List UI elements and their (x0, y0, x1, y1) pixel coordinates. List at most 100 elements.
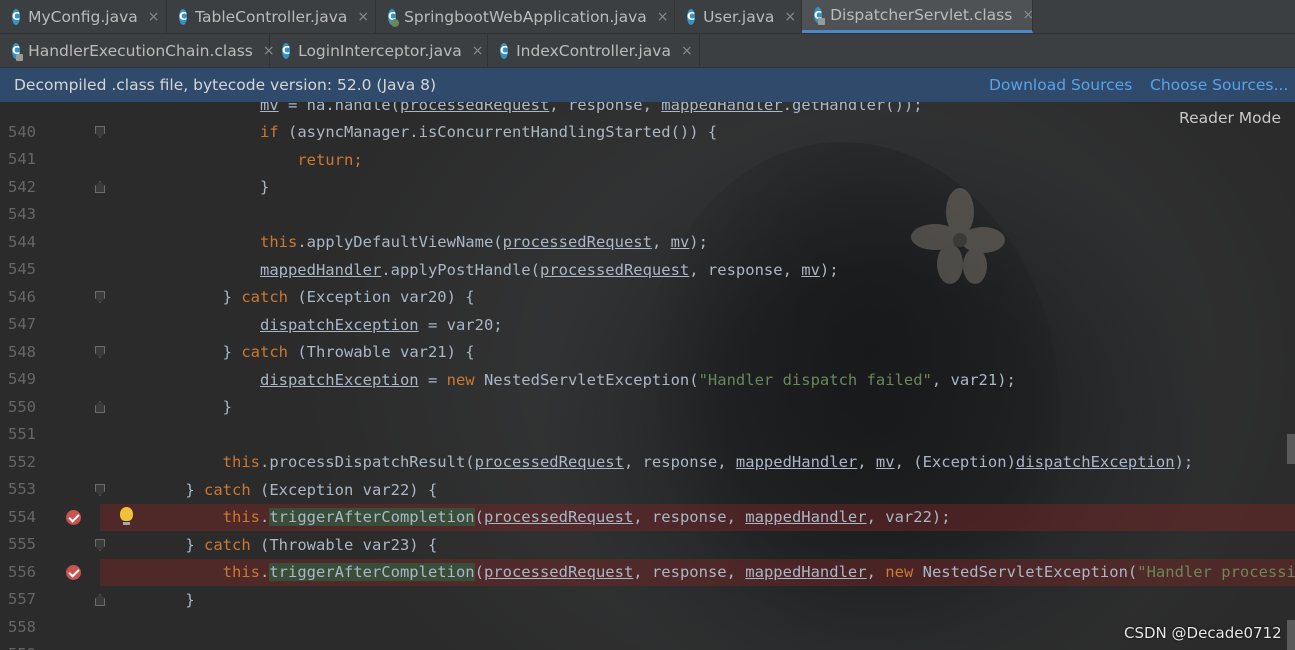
tab-label: LoginInterceptor.java (298, 41, 462, 60)
tab-logininterceptor-java[interactable]: C LoginInterceptor.java × (270, 34, 488, 67)
locked-class-icon: C (12, 42, 24, 61)
tab-user-java[interactable]: C User.java × (675, 0, 802, 33)
reader-mode-toggle[interactable]: Reader Mode (1179, 109, 1281, 127)
close-icon[interactable]: × (657, 9, 669, 25)
tab-myconfig-java[interactable]: C MyConfig.java × (0, 0, 167, 33)
code-token: processedRequest (502, 233, 652, 251)
close-icon[interactable]: × (472, 43, 484, 59)
code-token: processedRequest (483, 508, 634, 526)
code-token: mappedHandler (661, 102, 783, 114)
code-token: "Handler processing failed", var23)); (1137, 563, 1295, 581)
code-token: ; (353, 151, 363, 169)
download-sources-link[interactable]: Download Sources (989, 76, 1132, 94)
code-token: catch (204, 481, 251, 499)
code-text: mv = ha.handle(processedRequest, respons… (148, 102, 923, 119)
code-line-548: 548 dispatchException = var20; (0, 312, 1295, 361)
tab-label: DispatcherServlet.class (830, 6, 1013, 24)
tab-springbootwebapplication-java[interactable]: C SpringbootWebApplication.java × (376, 0, 675, 33)
code-line-553: 553 this.processDispatchResult(processed… (0, 449, 1295, 498)
code-token: this (259, 233, 298, 251)
fold-marker-icon[interactable] (95, 539, 105, 551)
code-token: (asyncManager.isConcurrentHandlingStarte… (278, 123, 718, 141)
locked-class-icon: C (814, 7, 826, 25)
code-text: this.applyDefaultViewName(processedReque… (148, 229, 708, 256)
tab-tablecontroller-java[interactable]: C TableController.java × (167, 0, 376, 33)
code-token: , response, (623, 453, 736, 471)
editor-tabs-row-1: C MyConfig.java × C TableController.java… (0, 0, 1295, 34)
class-icon: C (687, 8, 696, 25)
tab-handlerexecutionchain-class[interactable]: C HandlerExecutionChain.class × (0, 34, 275, 67)
spring-class-icon: C (388, 8, 400, 27)
code-line-542: 542 return; (0, 147, 1295, 196)
code-token: new (885, 563, 914, 581)
tab-label: IndexController.java (516, 41, 671, 60)
scrollbar-marker[interactable] (1287, 620, 1295, 650)
code-token: .applyPostHandle( (381, 261, 540, 279)
code-line-557: 557 this.triggerAfterCompletion(processe… (0, 559, 1295, 608)
code-editor[interactable]: 540 mv = ha.handle(processedRequest, res… (0, 102, 1295, 650)
code-line-552: 552 (0, 422, 1295, 471)
code-token: } (259, 178, 270, 196)
code-text: if (asyncManager.isConcurrentHandlingSta… (148, 119, 717, 146)
fold-marker-icon[interactable] (95, 126, 105, 138)
fold-marker-icon[interactable] (95, 346, 105, 358)
code-token: = var20; (418, 316, 503, 334)
code-token: , response, (549, 102, 662, 114)
fold-marker-icon[interactable] (95, 291, 105, 303)
code-token: (Throwable var23) { (250, 536, 438, 554)
code-line-549: 549 } catch (Throwable var21) { (0, 339, 1295, 388)
code-token: ); (689, 233, 708, 251)
close-icon[interactable]: × (784, 9, 796, 25)
code-token: mappedHandler (745, 563, 867, 581)
code-token: NestedServletException( (474, 371, 699, 389)
choose-sources-link[interactable]: Choose Sources... (1150, 76, 1288, 94)
code-text: } catch (Throwable var21) { (148, 339, 475, 366)
code-token: mv (875, 453, 895, 471)
tab-label: SpringbootWebApplication.java (404, 7, 647, 26)
code-token: processedRequest (399, 102, 550, 114)
code-token: catch (241, 288, 288, 306)
code-token: , var21); (931, 371, 1016, 389)
close-icon[interactable]: × (148, 9, 160, 25)
tab-indexcontroller-java[interactable]: C IndexController.java × (488, 34, 700, 67)
scrollbar-marker[interactable] (1287, 434, 1295, 464)
class-icon: C (179, 8, 188, 25)
watermark-text: CSDN @Decade0712 (1124, 624, 1282, 642)
code-text: this.triggerAfterCompletion(processedReq… (148, 559, 1295, 586)
code-text: this.triggerAfterCompletion(processedReq… (148, 504, 951, 531)
breakpoint-icon[interactable] (66, 565, 81, 580)
fold-marker-icon[interactable] (95, 181, 105, 193)
code-text: dispatchException = new NestedServletExc… (148, 367, 1016, 394)
fold-marker-icon[interactable] (95, 594, 105, 606)
code-text: dispatchException = var20; (148, 312, 503, 339)
code-token: .getHandler()); (782, 102, 923, 114)
code-line-541: 541 if (asyncManager.isConcurrentHandlin… (0, 119, 1295, 168)
decompiled-notice-banner: Decompiled .class file, bytecode version… (0, 68, 1295, 102)
tab-label: User.java (703, 7, 775, 26)
close-icon[interactable]: × (1022, 7, 1034, 23)
code-text: } (148, 174, 269, 201)
close-icon[interactable]: × (681, 43, 693, 59)
code-token: , response, (689, 261, 802, 279)
code-text: } catch (Exception var22) { (148, 477, 437, 504)
code-token: , (866, 563, 886, 581)
breakpoint-icon[interactable] (66, 510, 81, 525)
tab-label: HandlerExecutionChain.class (28, 41, 253, 60)
code-token: dispatchException (1015, 453, 1175, 471)
code-token: ); (819, 261, 839, 279)
fold-marker-icon[interactable] (95, 401, 105, 413)
code-token: processedRequest (483, 563, 634, 581)
lightbulb-icon[interactable] (120, 507, 133, 525)
banner-text: Decompiled .class file, bytecode version… (14, 76, 437, 94)
code-token: . (259, 563, 270, 581)
fold-marker-icon[interactable] (95, 484, 105, 496)
code-token: this (222, 453, 260, 471)
code-token: this (222, 563, 260, 581)
code-token: } (185, 536, 204, 554)
code-line-554: 554 } catch (Exception var22) { (0, 477, 1295, 526)
close-icon[interactable]: × (357, 9, 369, 25)
code-token: (Exception var20) { (288, 288, 475, 306)
code-text: return; (148, 147, 363, 174)
code-token: dispatchException (259, 316, 419, 334)
tab-dispatcherservlet-class[interactable]: C DispatcherServlet.class × (802, 0, 1034, 33)
